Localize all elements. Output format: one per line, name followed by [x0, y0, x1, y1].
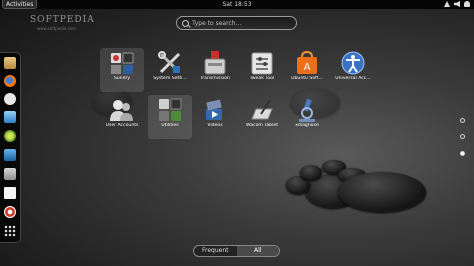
user-menu-icon[interactable]	[464, 1, 470, 7]
app-label: Sundry	[113, 76, 131, 81]
app-label: Ubuntu Soft...	[291, 76, 323, 81]
videos-icon	[202, 97, 228, 123]
clock[interactable]: Sat 18:53	[0, 0, 474, 9]
view-switcher: Frequent All	[193, 245, 280, 257]
app-system-settings[interactable]: System Setti...	[148, 48, 192, 92]
app-label: xdiagnose	[295, 123, 319, 128]
app-xdiagnose[interactable]: xdiagnose	[285, 95, 329, 139]
watermark-url: www.softpedia.com	[37, 26, 77, 31]
app-ubuntu-software[interactable]: A Ubuntu Soft...	[285, 48, 329, 92]
sundry-icon	[109, 50, 135, 76]
mail-icon[interactable]	[4, 111, 16, 123]
system-settings-icon	[157, 50, 183, 76]
settings-icon[interactable]	[4, 168, 16, 180]
show-apps-icon[interactable]	[4, 225, 16, 237]
app-label: Videos	[207, 123, 223, 128]
screen-icon[interactable]	[4, 149, 16, 161]
search-box[interactable]	[176, 16, 297, 30]
page-dot-3[interactable]	[460, 151, 465, 156]
app-label: Transmission	[200, 76, 230, 81]
app-tweak-tool[interactable]: Tweak Tool	[240, 48, 284, 92]
volume-icon[interactable]	[454, 1, 460, 7]
paw-toe-icon	[300, 165, 322, 180]
svg-text:A: A	[304, 62, 311, 73]
app-wacom-tablet[interactable]: Wacom Tablet	[240, 95, 284, 139]
search-icon	[182, 20, 189, 27]
app-universal-access[interactable]: Universal Acc...	[331, 48, 375, 92]
app-videos[interactable]: Videos	[193, 95, 237, 139]
status-area[interactable]	[444, 1, 470, 7]
watermark-logo: SOFTPEDIA	[30, 15, 95, 25]
network-icon[interactable]	[444, 1, 450, 7]
user-accounts-icon	[109, 97, 135, 123]
help-icon[interactable]	[4, 206, 16, 218]
app-user-accounts[interactable]: User Accounts	[100, 95, 144, 139]
all-button[interactable]: All	[236, 246, 279, 256]
page-dot-2[interactable]	[460, 134, 465, 139]
tweak-tool-icon	[249, 50, 275, 76]
xdiagnose-icon	[294, 97, 320, 123]
app-transmission[interactable]: Transmission	[193, 48, 237, 92]
dash	[0, 52, 21, 243]
app-utilities[interactable]: Utilities	[148, 95, 192, 139]
software-icon[interactable]	[4, 130, 16, 142]
empathy-icon[interactable]	[4, 93, 16, 105]
files-icon[interactable]	[4, 57, 16, 69]
transmission-icon	[202, 50, 228, 76]
search-input[interactable]	[192, 18, 292, 28]
app-sundry[interactable]: Sundry	[100, 48, 144, 92]
frequent-button[interactable]: Frequent	[194, 246, 237, 256]
wacom-tablet-icon	[249, 97, 275, 123]
page-dot-1[interactable]	[460, 118, 465, 123]
app-label: User Accounts	[105, 123, 139, 128]
utilities-icon	[157, 97, 183, 123]
top-bar: Activities Sat 18:53	[0, 0, 474, 9]
app-label: Universal Acc...	[335, 76, 371, 81]
firefox-icon[interactable]	[4, 75, 16, 87]
document-icon[interactable]	[4, 187, 16, 199]
ubuntu-software-icon: A	[294, 50, 320, 76]
universal-access-icon	[340, 50, 366, 76]
paw-pad-icon	[338, 172, 426, 212]
